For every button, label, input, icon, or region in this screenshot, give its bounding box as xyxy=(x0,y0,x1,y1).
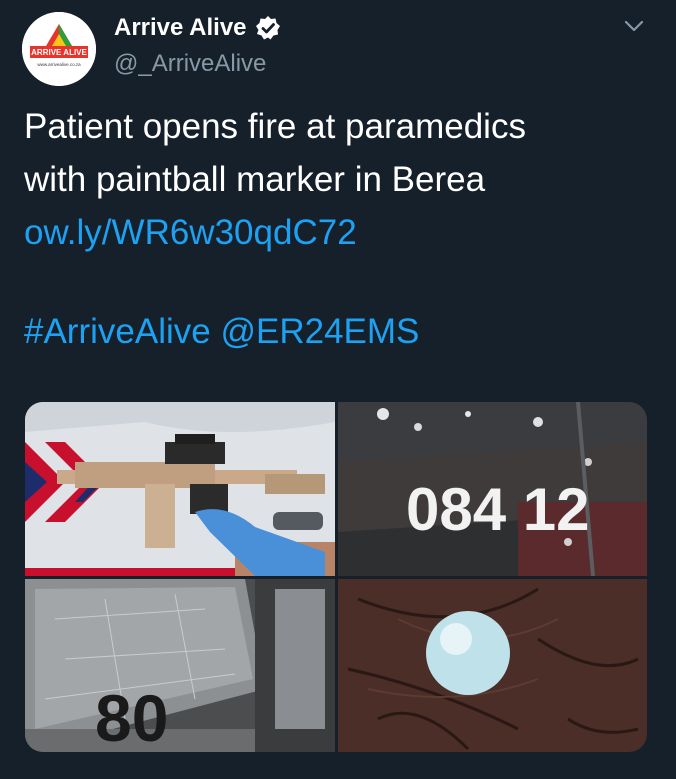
chevron-down-icon[interactable] xyxy=(620,12,648,40)
paintball-in-hand-photo[interactable] xyxy=(338,579,647,752)
avatar-logo-text: ARRIVE ALIVE xyxy=(31,48,87,57)
shattered-window-number: 80 xyxy=(95,681,168,752)
tweet-link[interactable]: ow.ly/WR6w30qdC72 xyxy=(24,206,654,259)
media-grid: 084 12 80 xyxy=(25,402,647,752)
avatar[interactable]: ARRIVE ALIVE www.arrivealive.co.za xyxy=(22,12,96,86)
verified-badge-icon xyxy=(255,15,281,41)
paintball-marker-photo[interactable] xyxy=(25,402,335,576)
author-name-row: Arrive Alive xyxy=(114,14,281,42)
tweet-tags: #ArriveAlive @ER24EMS xyxy=(24,309,419,355)
hashtag-link[interactable]: #ArriveAlive xyxy=(24,312,211,351)
author-handle[interactable]: @_ArriveAlive xyxy=(114,50,266,78)
tweet-text-line-1: Patient opens fire at paramedics xyxy=(24,107,526,146)
tweet-text: Patient opens fire at paramedics with pa… xyxy=(24,100,654,259)
avatar-logo-url: www.arrivealive.co.za xyxy=(37,62,81,67)
author-display-name[interactable]: Arrive Alive xyxy=(114,14,247,42)
tweet-text-line-2: with paintball marker in Berea xyxy=(24,160,486,199)
shattered-window-photo[interactable]: 80 xyxy=(25,579,335,752)
ambulance-number-photo[interactable]: 084 12 xyxy=(338,402,647,576)
ambulance-number-text: 084 12 xyxy=(406,476,590,543)
mention-link[interactable]: @ER24EMS xyxy=(220,312,419,351)
